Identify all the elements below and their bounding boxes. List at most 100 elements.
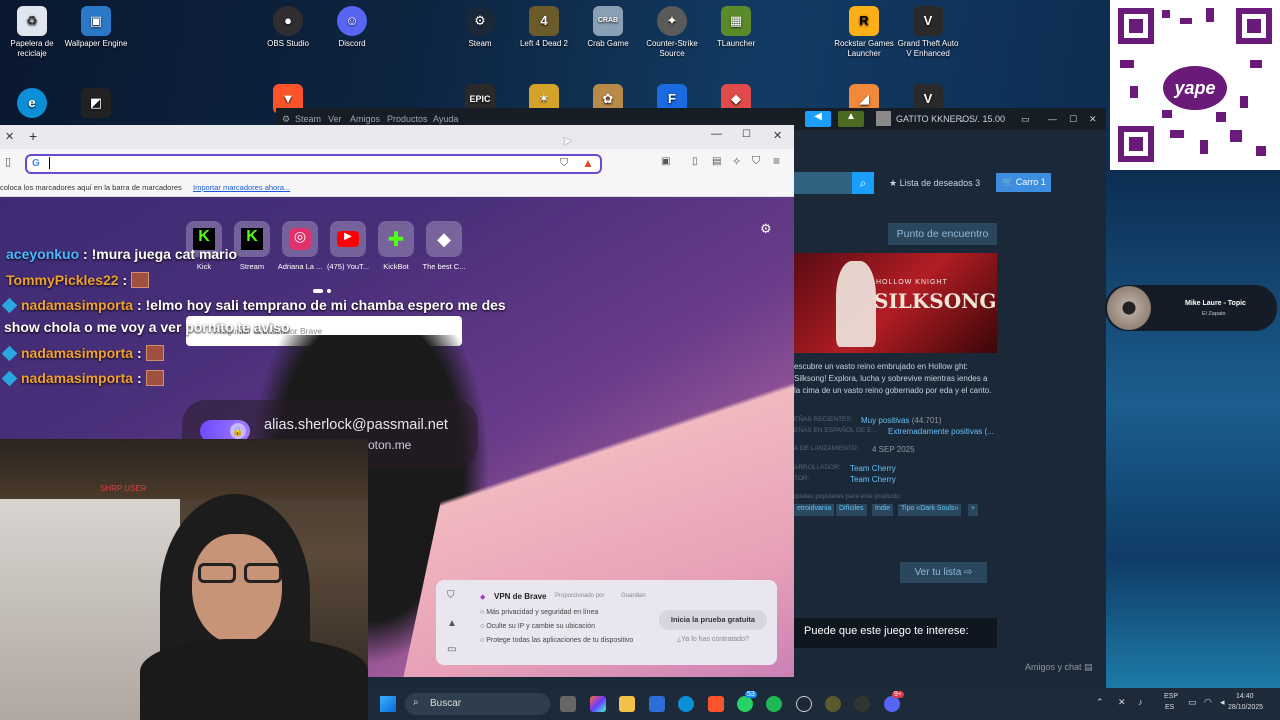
desktop-icon-l4d2[interactable]: 4 Left 4 Dead 2 [512, 6, 576, 49]
lock-icon: 🔒 [230, 423, 246, 439]
region-code[interactable]: ES [1165, 704, 1174, 711]
clock-time[interactable]: 14:40 [1236, 693, 1254, 700]
release-date: 4 SEP 2025 [872, 445, 915, 454]
spotify-icon[interactable] [766, 696, 782, 712]
view-list-button[interactable]: Ver tu lista ⇨ [900, 562, 987, 583]
tag-dark-souls[interactable]: Tipo «Dark Souls» [898, 504, 962, 516]
sidebar-icon[interactable]: ▯ [692, 156, 698, 167]
google-icon: G [32, 158, 40, 169]
language-code[interactable]: ESP [1164, 693, 1178, 700]
wallpaper-glow [1100, 170, 1280, 688]
vpn-feature: ○ Más privacidad y seguridad en línea [480, 609, 599, 616]
obs-icon[interactable] [854, 696, 870, 712]
desktop-icon-roblox[interactable]: ◩ [64, 88, 128, 121]
vpn-title: VPN de Brave [494, 592, 547, 601]
close-icon[interactable]: ✕ [773, 129, 782, 142]
menu-steam[interactable]: Steam [295, 114, 321, 124]
vpn-feature: ○ Oculte su IP y cambie su ubicación [480, 623, 596, 630]
desktop-icon-gta[interactable]: V Grand Theft Auto V Enhanced [896, 6, 960, 59]
game-card[interactable]: HOLLOW KNIGHT SILKSONG escubre un vasto … [794, 253, 997, 523]
search-icon: ⌕ [413, 697, 419, 708]
file-explorer-icon[interactable] [619, 696, 635, 712]
task-view-icon[interactable] [560, 696, 576, 712]
edge-icon[interactable] [678, 696, 694, 712]
search-icon[interactable]: ⌕ [852, 172, 874, 194]
desktop-icon-edge[interactable]: e [0, 88, 64, 121]
network-icon[interactable]: ✕ [1118, 697, 1126, 708]
desktop-icon-steam[interactable]: ⚙ Steam [448, 6, 512, 49]
volume-icon[interactable]: ◂ [1220, 697, 1225, 708]
desktop-icon-tlauncher[interactable]: ▦ TLauncher [704, 6, 768, 49]
whatsapp-icon[interactable] [737, 696, 753, 712]
clock-date[interactable]: 28/10/2025 [1228, 704, 1263, 711]
recent-reviews[interactable]: Muy positivas (44.701) [861, 416, 942, 425]
minimize-icon[interactable]: — [711, 128, 722, 140]
store-search-input[interactable] [794, 172, 852, 194]
publisher-link[interactable]: Team Cherry [850, 475, 896, 484]
tag-indie[interactable]: Indie [872, 504, 894, 516]
discord-icon[interactable] [884, 696, 900, 712]
wallet-icon[interactable]: ▤ [712, 156, 721, 167]
windows-start-icon[interactable] [380, 696, 396, 712]
now-playing-widget[interactable]: Mike Laure - Topic El Zapato [1105, 285, 1277, 331]
vpn-trial-button[interactable]: Inicia la prueba gratuita [659, 610, 767, 630]
developer-link[interactable]: Team Cherry [850, 464, 896, 473]
import-bookmarks-link[interactable]: Importar marcadores ahora... [193, 183, 290, 192]
bookmark-icon[interactable]: ▯ [5, 155, 11, 168]
webcam-feed: SHRP USER [0, 439, 368, 720]
menu-productos[interactable]: Productos [387, 114, 428, 124]
close-tab-icon[interactable]: ✕ [5, 130, 14, 143]
cart-button[interactable]: 🛒 Carro 1 [996, 173, 1051, 192]
new-tab-icon[interactable]: + [29, 128, 37, 144]
meeting-point-button[interactable]: Punto de encuentro [888, 223, 997, 245]
desktop-icon-crab-game[interactable]: CRAB Crab Game [576, 6, 640, 49]
wifi-icon[interactable]: ◠ [1204, 697, 1212, 708]
desktop-icon-obs[interactable]: ● OBS Studio [256, 6, 320, 49]
whatsapp-badge: 53 [745, 691, 757, 698]
spanish-reviews[interactable]: Extremadamente positivas (... [888, 427, 994, 436]
desktop-icon-css[interactable]: ✦ Counter-Strike Source [640, 6, 704, 59]
star-icon: ★ [889, 178, 898, 188]
leo-ai-icon[interactable]: ✧ [732, 155, 741, 168]
hornet-art [836, 261, 876, 347]
store-icon[interactable] [649, 696, 665, 712]
menu-ayuda[interactable]: Ayuda [433, 114, 458, 124]
desktop-icon-discord[interactable]: ☺ Discord [320, 6, 384, 49]
cam-label: SHRP USER [100, 484, 147, 493]
desktop-icon-wallpaper-engine[interactable]: ▣ Wallpaper Engine [64, 6, 128, 49]
game-banner[interactable]: HOLLOW KNIGHT SILKSONG [794, 253, 997, 353]
brave-icon[interactable] [708, 696, 724, 712]
taskbar-search[interactable]: ⌕ Buscar [405, 693, 550, 715]
steam-icon[interactable] [796, 696, 812, 712]
settings-gear-icon[interactable]: ⚙ [760, 221, 772, 237]
microphone-icon[interactable]: ♪ [1138, 697, 1143, 707]
tag-metroidvania[interactable]: etroidvania [794, 504, 835, 516]
copilot-icon[interactable] [590, 696, 606, 712]
friends-chat-button[interactable]: Amigos y chat ▤ [1025, 662, 1093, 673]
address-bar[interactable]: G ⛉ ▲ [25, 154, 602, 174]
menu-amigos[interactable]: Amigos [350, 114, 380, 124]
menu-icon[interactable]: ≡ [773, 154, 780, 168]
cs-icon[interactable] [825, 696, 841, 712]
vpn-already-link[interactable]: ¿Ya lo has contratado? [677, 636, 749, 643]
maximize-icon[interactable]: ☐ [742, 129, 751, 140]
vpn-icon[interactable]: ⛉ [752, 155, 760, 168]
chat-emote [131, 272, 150, 288]
chat-emote [145, 370, 164, 386]
brave-shields-icon[interactable]: ⛉ [560, 157, 568, 170]
triangle-icon: ▲ [447, 618, 457, 629]
vpn-logo-icon: ◆ [480, 594, 486, 601]
vpn-feature: ○ Protege todas las aplicaciones de tu d… [480, 637, 634, 644]
wishlist-link[interactable]: ★ Lista de deseados 3 [889, 178, 980, 189]
desktop-icon-rockstar[interactable]: R Rockstar Games Launcher [832, 6, 896, 59]
desktop-icon-recycle-bin[interactable]: ♻ Papelera de reciclaje [0, 6, 64, 59]
brave-rewards-icon[interactable]: ▲ [582, 156, 594, 170]
battery-icon[interactable]: ▭ [1188, 697, 1197, 708]
tag-more[interactable]: + [968, 504, 979, 516]
chevron-up-icon[interactable]: ⌃ [1096, 697, 1104, 708]
menu-ver[interactable]: Ver [328, 114, 342, 124]
reader-mode-icon[interactable]: ▣ [661, 156, 670, 167]
tag-dificiles[interactable]: Difíciles [836, 504, 867, 516]
bookmarks-bar: coloca los marcadores aquí en la barra d… [0, 177, 794, 197]
guardian-logo: Guardian [621, 593, 646, 599]
